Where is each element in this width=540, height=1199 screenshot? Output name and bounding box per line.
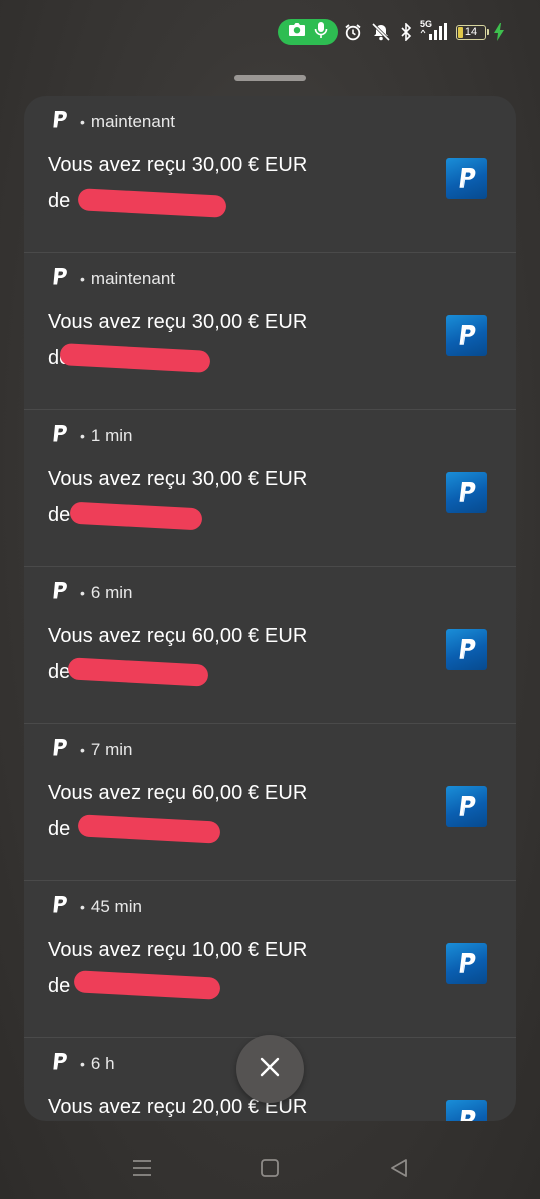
notification-item[interactable]: • 45 min Vous avez reçu 10,00 € EUR de [24, 881, 516, 1038]
navigation-bar [0, 1140, 540, 1199]
notification-item[interactable]: • maintenant Vous avez reçu 30,00 € EUR … [24, 96, 516, 253]
redaction-mark [59, 343, 211, 373]
back-button[interactable] [384, 1155, 414, 1185]
menu-button[interactable] [127, 1155, 157, 1185]
alarm-icon [344, 23, 362, 41]
battery-indicator: 14 [456, 24, 489, 40]
menu-icon [131, 1158, 153, 1183]
notification-time: 7 min [90, 740, 133, 759]
notification-title: Vous avez reçu 30,00 € EUR [48, 468, 308, 490]
clear-all-button[interactable] [236, 1035, 304, 1103]
notification-title: Vous avez reçu 10,00 € EUR [48, 939, 308, 961]
paypal-icon [50, 738, 70, 763]
microphone-icon [314, 21, 328, 44]
charging-icon [494, 23, 504, 41]
paypal-logo [446, 786, 487, 827]
battery-level: 14 [464, 25, 478, 38]
notification-item[interactable]: • 1 min Vous avez reçu 30,00 € EUR de [24, 410, 516, 567]
paypal-icon [50, 267, 70, 292]
notification-title: Vous avez reçu 60,00 € EUR [48, 782, 308, 804]
notification-title: Vous avez reçu 30,00 € EUR [48, 311, 308, 333]
paypal-icon [50, 895, 70, 920]
redaction-mark [73, 970, 221, 1000]
sender-prefix: de [48, 975, 71, 997]
redaction-mark [67, 657, 209, 687]
bluetooth-icon [400, 23, 412, 41]
notification-item[interactable]: • 7 min Vous avez reçu 60,00 € EUR de [24, 724, 516, 881]
paypal-icon [50, 110, 70, 135]
silent-icon [370, 23, 392, 41]
notification-time: 45 min [90, 897, 142, 916]
paypal-logo [446, 629, 487, 670]
redaction-mark [69, 501, 203, 531]
camera-icon [288, 22, 306, 42]
paypal-logo [446, 472, 487, 513]
privacy-indicator[interactable] [278, 19, 338, 45]
paypal-logo [446, 1100, 487, 1121]
close-icon [258, 1055, 282, 1084]
paypal-icon [50, 581, 70, 606]
notification-time: maintenant [90, 269, 176, 288]
sender-prefix: de [48, 818, 71, 840]
drag-handle[interactable] [234, 75, 306, 81]
sender-prefix: de [48, 504, 71, 526]
home-button[interactable] [255, 1155, 285, 1185]
paypal-icon [50, 424, 70, 449]
notification-item[interactable]: • maintenant Vous avez reçu 30,00 € EUR … [24, 253, 516, 410]
sender-prefix: de [48, 661, 71, 683]
paypal-logo [446, 158, 487, 199]
paypal-logo [446, 943, 487, 984]
notification-time: 1 min [90, 426, 133, 445]
sender-prefix: de [48, 190, 71, 212]
notification-title: Vous avez reçu 30,00 € EUR [48, 154, 308, 176]
notification-panel: • maintenant Vous avez reçu 30,00 € EUR … [24, 96, 516, 1121]
notification-time: maintenant [90, 112, 176, 131]
redaction-mark [77, 814, 221, 844]
notification-item[interactable]: • 6 min Vous avez reçu 60,00 € EUR de [24, 567, 516, 724]
notification-title: Vous avez reçu 60,00 € EUR [48, 625, 308, 647]
paypal-icon [50, 1052, 70, 1077]
home-icon [260, 1158, 280, 1183]
paypal-logo [446, 315, 487, 356]
back-icon [389, 1158, 409, 1183]
notification-time: 6 min [90, 583, 133, 602]
notification-time: 6 h [90, 1054, 115, 1073]
status-bar: 5G 14 [0, 0, 540, 64]
redaction-mark [77, 188, 227, 218]
5g-signal-icon: 5G [420, 19, 448, 42]
